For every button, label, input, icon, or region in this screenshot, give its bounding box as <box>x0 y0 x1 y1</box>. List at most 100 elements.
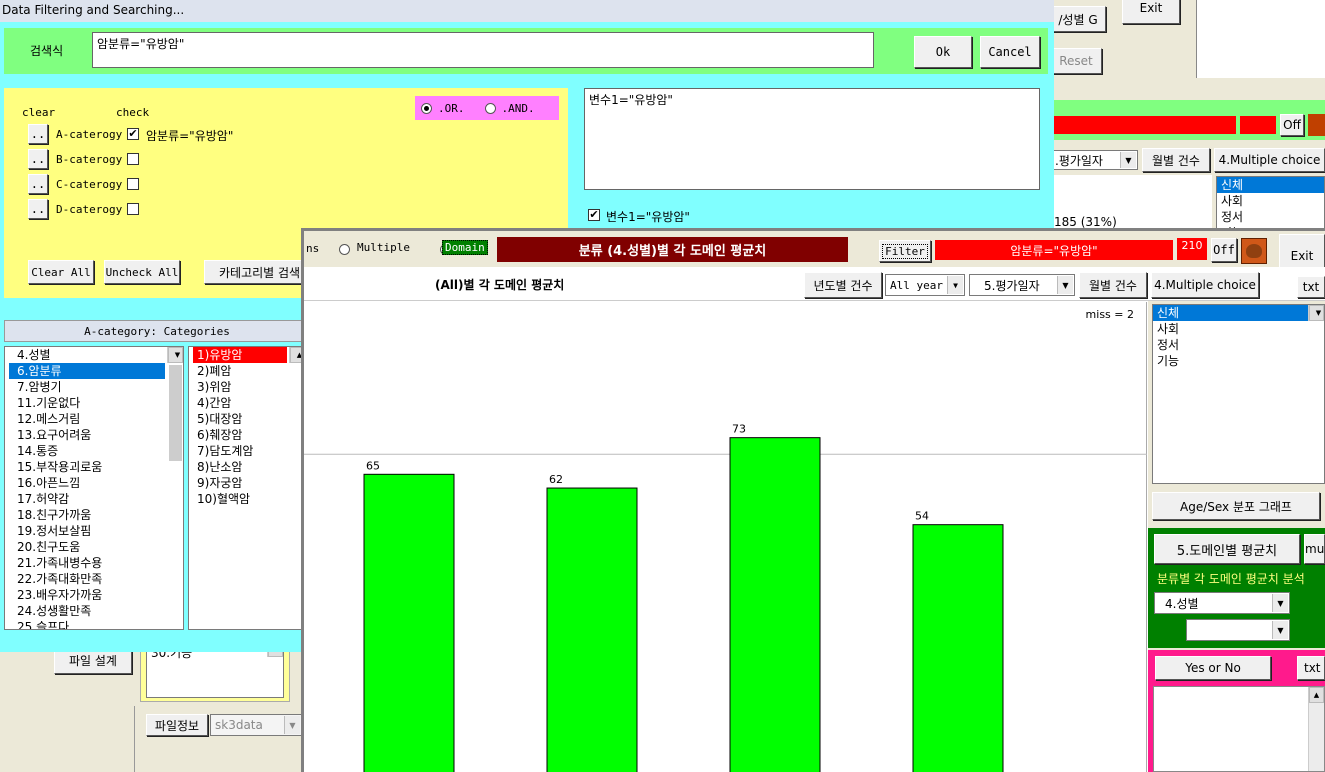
variable-list-item[interactable]: 11.기운없다 <box>9 395 183 411</box>
variable-list-item[interactable]: 21.가족내병수용 <box>9 555 183 571</box>
filter-title-bar: Data Filtering and Searching... <box>0 0 1054 22</box>
bg-red-small <box>1240 116 1276 134</box>
txt-button-top[interactable]: txt <box>1297 276 1325 298</box>
filter-title: Data Filtering and Searching... <box>2 3 185 17</box>
value-list-item[interactable]: 2)폐암 <box>193 363 305 379</box>
search-label: 검색식 <box>30 44 64 58</box>
variable-list-item[interactable]: 14.통증 <box>9 443 183 459</box>
variable-list-item[interactable]: 6.암분류 <box>9 363 165 379</box>
variable-text-area[interactable]: 변수1="유방암" <box>584 88 1040 190</box>
chart-window: ns Multiple Domain 분류 (4.성별)별 각 도메인 평균치 … <box>301 228 1325 772</box>
value-list-item[interactable]: 8)난소암 <box>193 459 305 475</box>
value-list-item[interactable]: 5)대장암 <box>193 411 305 427</box>
year-count-button[interactable]: 년도별 건수 <box>804 272 882 298</box>
category-d-label: D-caterogy <box>56 203 123 216</box>
list-item[interactable]: 신체 <box>1153 305 1324 321</box>
age-sex-graph-button[interactable]: Age/Sex 분포 그래프 <box>1152 492 1320 520</box>
bg-off-button[interactable]: Off <box>1280 114 1304 136</box>
value-list[interactable]: 1)유방암 2)폐암 3)위암 4)간암 5)대장암 6)췌장암 7)담도계암 8)난소암 9)… <box>188 346 306 630</box>
variable-list-item[interactable]: 19.정서보살핌 <box>9 523 183 539</box>
variable-list-item[interactable]: 22.가족대화만족 <box>9 571 183 587</box>
cancel-button[interactable]: Cancel <box>980 36 1040 68</box>
list-item[interactable]: 정서 <box>1217 209 1324 225</box>
variable-list-item[interactable]: 25.슬프다 <box>9 619 183 629</box>
bg-month-count-button[interactable]: 월별 건수 <box>1142 148 1210 172</box>
filter-value-bar: 암분류="유방암" <box>935 240 1173 260</box>
bg-reset-button[interactable]: Reset <box>1050 48 1102 74</box>
year-select[interactable]: All year ▼ <box>885 274 965 296</box>
file-name-select[interactable]: sk3data ▼ <box>210 714 302 736</box>
ok-button[interactable]: Ok <box>914 36 972 68</box>
domain-list[interactable]: 신체 사회 정서 기능 ▲▼ <box>1152 304 1325 484</box>
domain-avg-button[interactable]: 5.도메인별 평균치 <box>1154 534 1300 564</box>
value-list-item[interactable]: 7)담도계암 <box>193 443 305 459</box>
value-list-item[interactable]: 6)췌장암 <box>193 427 305 443</box>
list-item[interactable]: 기능 <box>1153 353 1324 369</box>
yes-no-text-area[interactable]: ▲ <box>1153 686 1325 772</box>
or-radio[interactable] <box>421 102 432 114</box>
value-list-item[interactable]: 1)유방암 <box>193 347 287 363</box>
value-list-item[interactable]: 10)혈액암 <box>193 491 305 507</box>
list-item[interactable]: 신체 <box>1217 177 1324 193</box>
bg-multiple-choice-button[interactable]: 4.Multiple choice <box>1214 148 1325 172</box>
clear-a-button[interactable]: .. <box>28 124 48 144</box>
variable-list-item[interactable]: 4.성별 <box>9 347 183 363</box>
mu-button[interactable]: mu <box>1304 534 1325 564</box>
category-d-checkbox[interactable] <box>127 203 139 215</box>
class-analysis-label: 분류별 각 도메인 평균치 분석 <box>1157 572 1305 586</box>
category-c-checkbox[interactable] <box>127 178 139 190</box>
bg-date-select[interactable]: .평가일자 ▼ <box>1050 150 1138 170</box>
txt-button-bottom[interactable]: txt <box>1297 656 1325 680</box>
clear-d-button[interactable]: .. <box>28 199 48 219</box>
multiple-radio[interactable] <box>339 244 350 255</box>
variable-checkbox[interactable]: ✔ <box>588 209 600 221</box>
clear-all-button[interactable]: Clear All <box>28 260 94 284</box>
uncheck-all-button[interactable]: Uncheck All <box>104 260 180 284</box>
or-label: .OR. <box>438 101 465 115</box>
variable-list-item[interactable]: 7.암병기 <box>9 379 183 395</box>
class-select[interactable]: 4.성별 ▼ <box>1154 592 1290 614</box>
yes-no-button[interactable]: Yes or No <box>1155 656 1271 680</box>
category-a-value: 암분류="유방암" <box>146 129 234 143</box>
variable-list-item[interactable]: 12.메스거림 <box>9 411 183 427</box>
variable-list-item[interactable]: 16.아픈느낌 <box>9 475 183 491</box>
category-header-bar: A-category: Categories <box>4 320 310 342</box>
variable-list-item[interactable]: 23.배우자가까움 <box>9 587 183 603</box>
value-list-item[interactable]: 9)자궁암 <box>193 475 305 491</box>
class-select-2[interactable]: ▼ <box>1186 619 1290 641</box>
filter-button[interactable]: Filter <box>879 240 931 262</box>
date-select[interactable]: 5.평가일자 ▼ <box>969 274 1075 296</box>
list-item[interactable]: 사회 <box>1153 321 1324 337</box>
list-item[interactable]: 정서 <box>1153 337 1324 353</box>
bar-value-label: 62 <box>549 473 563 486</box>
month-count-button[interactable]: 월별 건수 <box>1079 272 1147 298</box>
category-b-checkbox[interactable] <box>127 153 139 165</box>
value-list-item[interactable]: 3)위암 <box>193 379 305 395</box>
file-info-button[interactable]: 파일정보 <box>146 714 208 736</box>
value-list-item[interactable]: 4)간암 <box>193 395 305 411</box>
variable-list-item[interactable]: 24.성생활만족 <box>9 603 183 619</box>
bg-red-bar <box>1050 116 1236 134</box>
list-item[interactable]: 사회 <box>1217 193 1324 209</box>
variable-list-item[interactable]: 15.부작용괴로움 <box>9 459 183 475</box>
bg-count-text: 185 (31%) <box>1054 215 1117 229</box>
chart-title: 분류 (4.성별)별 각 도메인 평균치 <box>578 244 767 259</box>
variable-list-item[interactable]: 20.친구도움 <box>9 539 183 555</box>
clear-c-button[interactable]: .. <box>28 174 48 194</box>
variable-list-item[interactable]: 17.허약감 <box>9 491 183 507</box>
bg-domain-list[interactable]: 신체 사회 정서 기능 <box>1216 176 1325 232</box>
bar-value-label: 54 <box>915 510 929 523</box>
bar-value-label: 65 <box>366 459 380 472</box>
search-input[interactable]: 암분류="유방암" <box>92 32 874 68</box>
clear-b-button[interactable]: .. <box>28 149 48 169</box>
off-button[interactable]: Off <box>1211 238 1237 262</box>
variable-list[interactable]: 4.성별 6.암분류 7.암병기 11.기운없다 12.메스거림 13.요구어려움 14.통… <box>4 346 184 630</box>
bg-sex-g-button[interactable]: /성별 G <box>1050 6 1106 32</box>
variable-list-item[interactable]: 13.요구어려움 <box>9 427 183 443</box>
and-radio[interactable] <box>484 102 496 114</box>
bg-exit-button[interactable]: Exit <box>1122 0 1180 24</box>
variable-check-label: 변수1="유방암" <box>606 210 690 224</box>
multiple-choice-button[interactable]: 4.Multiple choice <box>1151 272 1259 298</box>
variable-list-item[interactable]: 18.친구가까움 <box>9 507 183 523</box>
category-a-checkbox[interactable]: ✔ <box>127 128 139 140</box>
